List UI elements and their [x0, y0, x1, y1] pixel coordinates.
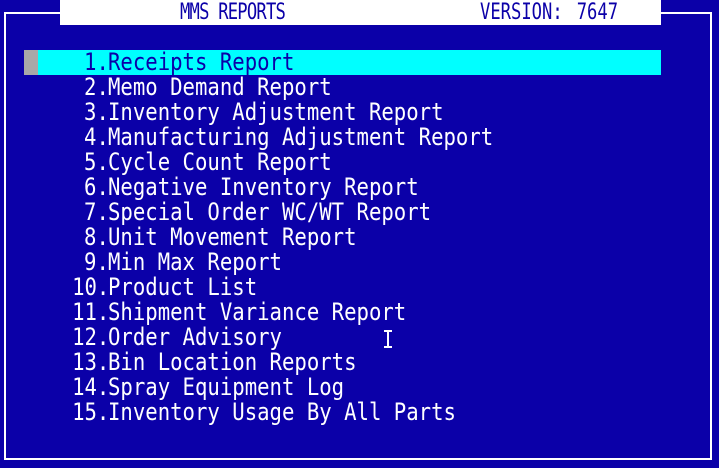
menu-item-special-order-report[interactable]: 7. Special Order WC/WT Report: [24, 200, 661, 225]
menu-item-receipts-report[interactable]: 1. Receipts Report: [24, 50, 661, 75]
menu-item-label: Unit Movement Report: [108, 223, 357, 251]
menu-item-label: Spray Equipment Log: [108, 373, 345, 401]
menu-item-number: 5.: [84, 148, 109, 176]
menu-item-label: Memo Demand Report: [108, 73, 332, 101]
menu-item-number: 15.: [71, 398, 109, 426]
menu-item-label: Bin Location Reports: [108, 348, 357, 376]
menu-item-number: 10.: [71, 273, 109, 301]
menu-item-manufacturing-adjustment-report[interactable]: 4. Manufacturing Adjustment Report: [24, 125, 661, 150]
menu-item-number: 12.: [71, 323, 109, 351]
menu-item-number: 7.: [84, 198, 109, 226]
menu-item-number: 1.: [84, 48, 109, 76]
menu-item-number: 9.: [84, 248, 109, 276]
menu-item-label: Special Order WC/WT Report: [108, 198, 432, 226]
menu-item-spray-equipment-log[interactable]: 14. Spray Equipment Log: [24, 375, 661, 400]
menu-item-label: Product List: [108, 273, 258, 301]
menu-item-label: Inventory Adjustment Report: [108, 98, 444, 126]
report-menu: 1. Receipts Report 2. Memo Demand Report…: [24, 50, 661, 425]
menu-item-product-list[interactable]: 10. Product List: [24, 275, 661, 300]
menu-item-min-max-report[interactable]: 9. Min Max Report: [24, 250, 661, 275]
menu-item-label: Cycle Count Report: [108, 148, 332, 176]
menu-item-label: Receipts Report: [108, 48, 295, 76]
menu-item-label: Inventory Usage By All Parts: [108, 398, 456, 426]
menu-item-number: 14.: [71, 373, 109, 401]
version-number: 7647: [576, 0, 619, 25]
menu-item-label: Shipment Variance Report: [108, 298, 407, 326]
menu-item-memo-demand-report[interactable]: 2. Memo Demand Report: [24, 75, 661, 100]
menu-item-number: 3.: [84, 98, 109, 126]
menu-item-number: 2.: [84, 73, 109, 101]
title-bar: MMS REPORTS VERSION: 7647: [60, 0, 661, 25]
menu-item-unit-movement-report[interactable]: 8. Unit Movement Report: [24, 225, 661, 250]
menu-item-shipment-variance-report[interactable]: 11. Shipment Variance Report: [24, 300, 661, 325]
menu-item-number: 11.: [71, 298, 109, 326]
menu-item-bin-location-reports[interactable]: 13. Bin Location Reports: [24, 350, 661, 375]
menu-item-inventory-usage-by-all-parts[interactable]: 15. Inventory Usage By All Parts: [24, 400, 661, 425]
menu-item-order-advisory[interactable]: 12. Order Advisory: [24, 325, 661, 350]
menu-item-label: Order Advisory: [108, 323, 282, 351]
menu-item-cycle-count-report[interactable]: 5. Cycle Count Report: [24, 150, 661, 175]
menu-item-number: 8.: [84, 223, 109, 251]
menu-item-label: Min Max Report: [108, 248, 282, 276]
version-info: VERSION: 7647: [480, 0, 632, 25]
menu-item-inventory-adjustment-report[interactable]: 3. Inventory Adjustment Report: [24, 100, 661, 125]
menu-item-negative-inventory-report[interactable]: 6. Negative Inventory Report: [24, 175, 661, 200]
app-title: MMS REPORTS: [180, 0, 286, 25]
menu-item-label: Manufacturing Adjustment Report: [108, 123, 494, 151]
version-label: VERSION:: [480, 0, 563, 25]
menu-item-number: 13.: [71, 348, 109, 376]
menu-item-number: 4.: [84, 123, 109, 151]
text-cursor-icon: [382, 330, 394, 348]
menu-item-label: Negative Inventory Report: [108, 173, 419, 201]
menu-item-number: 6.: [84, 173, 109, 201]
